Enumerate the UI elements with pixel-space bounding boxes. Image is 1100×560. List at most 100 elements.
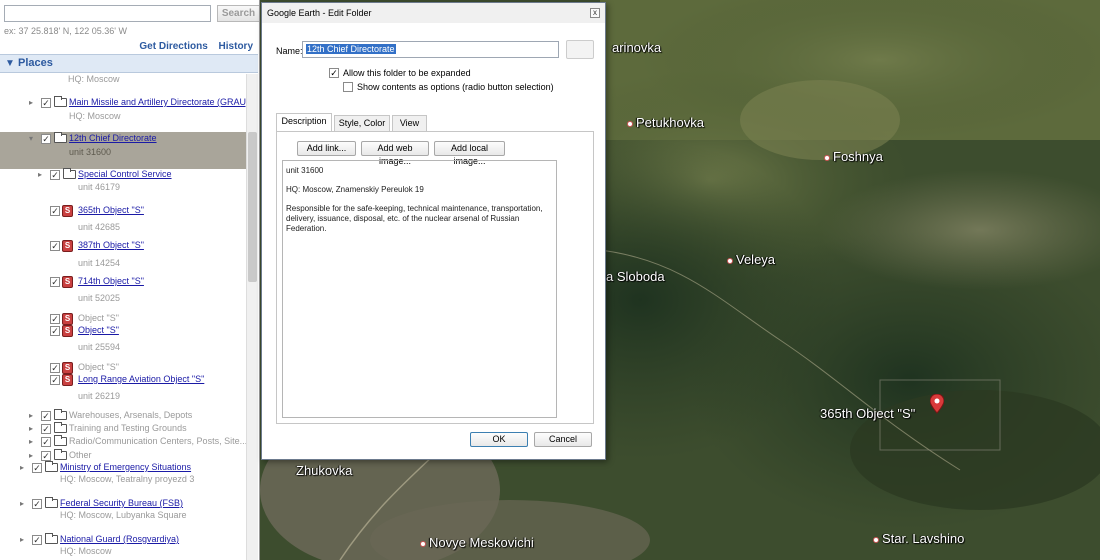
tree-item-sub: HQ: Moscow [68, 74, 120, 84]
visibility-checkbox[interactable]: ✓ [50, 326, 60, 336]
tree-item-label[interactable]: Main Missile and Artillery Directorate (… [69, 97, 246, 107]
tree-item-label[interactable]: Warehouses, Arsenals, Depots [69, 410, 192, 420]
visibility-checkbox[interactable]: ✓ [50, 170, 60, 180]
expand-icon[interactable]: ▸ [20, 535, 29, 544]
close-icon[interactable]: x [590, 8, 600, 18]
tree-item-label[interactable]: Federal Security Bureau (FSB) [60, 498, 183, 508]
tree-item-label[interactable]: Other [69, 450, 92, 460]
visibility-checkbox[interactable]: ✓ [50, 241, 60, 251]
visibility-checkbox[interactable]: ✓ [41, 451, 51, 461]
search-button[interactable]: Search [217, 5, 259, 22]
dialog-titlebar[interactable]: Google Earth - Edit Folder x [262, 3, 605, 23]
tree-item-grau[interactable]: ▸ ✓ Main Missile and Artillery Directora… [0, 96, 246, 113]
tree-item-label[interactable]: 12th Chief Directorate [69, 133, 157, 143]
description-line: HQ: Moscow, Znamenskiy Pereulok 19 [286, 185, 424, 194]
town-dot-icon [824, 154, 830, 161]
history-link[interactable]: History [219, 41, 253, 52]
radio-option-label: Show contents as options (radio button s… [357, 82, 554, 92]
tree-item-long-range-aviation[interactable]: ✓ S Long Range Aviation Object "S" [0, 373, 246, 390]
get-directions-link[interactable]: Get Directions [139, 41, 207, 52]
map-label[interactable]: Novye Meskovichi [420, 535, 534, 550]
tree-item-label[interactable]: 365th Object "S" [78, 205, 144, 215]
visibility-checkbox[interactable]: ✓ [32, 499, 42, 509]
map-label[interactable]: 365th Object "S" [820, 406, 915, 421]
expand-icon[interactable]: ▸ [38, 170, 47, 179]
tab-description[interactable]: Description [276, 113, 332, 132]
collapse-icon[interactable]: ▾ [29, 134, 38, 143]
visibility-checkbox[interactable]: ✓ [32, 535, 42, 545]
folder-icon [54, 449, 67, 460]
tree-item-label[interactable]: Long Range Aviation Object "S" [78, 374, 204, 384]
folder-icon-picker-button[interactable] [566, 40, 594, 59]
tree-item-label[interactable]: National Guard (Rosgvardiya) [60, 534, 179, 544]
visibility-checkbox[interactable]: ✓ [50, 206, 60, 216]
tree-item-387th-object-s[interactable]: ✓ S 387th Object "S" [0, 239, 246, 256]
tree-item-special-control-service[interactable]: ▸ ✓ Special Control Service [0, 168, 246, 185]
scroll-thumb[interactable] [248, 132, 257, 282]
map-label[interactable]: a Sloboda [606, 269, 665, 284]
visibility-checkbox[interactable]: ✓ [41, 411, 51, 421]
tree-item-label[interactable]: Ministry of Emergency Situations [60, 462, 191, 472]
map-label-text: Star. Lavshino [882, 531, 965, 546]
tree-item-sub: unit 31600 [69, 147, 112, 157]
tree-item-object-s[interactable]: ✓ S Object "S" [0, 324, 246, 341]
tree-scrollbar[interactable] [246, 74, 258, 560]
tree-item-label[interactable]: 714th Object "S" [78, 276, 144, 286]
visibility-checkbox[interactable]: ✓ [41, 134, 51, 144]
coordinates-hint: ex: 37 25.818' N, 122 05.36' W [4, 26, 128, 36]
visibility-checkbox[interactable]: ✓ [41, 98, 51, 108]
map-label[interactable]: Petukhovka [627, 115, 704, 130]
expand-icon[interactable]: ▸ [20, 499, 29, 508]
visibility-checkbox[interactable]: ✓ [50, 363, 60, 373]
visibility-checkbox[interactable]: ✓ [32, 463, 42, 473]
visibility-checkbox[interactable]: ✓ [41, 424, 51, 434]
collapse-arrow-icon[interactable]: ▼ [5, 58, 15, 69]
expand-icon[interactable]: ▸ [29, 411, 38, 420]
visibility-checkbox[interactable]: ✓ [50, 314, 60, 324]
tree-item-label[interactable]: Object "S" [78, 313, 119, 323]
name-field[interactable]: 12th Chief Directorate [302, 41, 559, 58]
expand-icon[interactable]: ▸ [29, 451, 38, 460]
tree-item-label[interactable]: Radio/Communication Centers, Posts, Site… [69, 436, 246, 446]
ok-button[interactable]: OK [470, 432, 528, 447]
map-label[interactable]: Zhukovka [296, 463, 352, 478]
add-local-image-button[interactable]: Add local image... [434, 141, 505, 166]
description-textarea[interactable]: unit 31600 HQ: Moscow, Znamenskiy Pereul… [282, 160, 557, 418]
tree-item-national-guard[interactable]: ▸ ✓ National Guard (Rosgvardiya) [0, 533, 246, 550]
places-panel-header[interactable]: ▼ Places [0, 54, 258, 73]
search-input[interactable] [4, 5, 211, 22]
tab-view[interactable]: View [392, 115, 427, 131]
tree-item-label[interactable]: Special Control Service [78, 169, 172, 179]
tree-item-label[interactable]: Object "S" [78, 362, 119, 372]
tree-item-label[interactable]: 387th Object "S" [78, 240, 144, 250]
expand-icon[interactable]: ▸ [29, 98, 38, 107]
placemark-s-icon: S [62, 240, 73, 252]
map-label[interactable]: Veleya [727, 252, 775, 267]
tree-item-label[interactable]: Training and Testing Grounds [69, 423, 187, 433]
tree-item-sub: HQ: Moscow, Teatralny proyezd 3 [60, 474, 195, 484]
map-label[interactable]: arinovka [612, 40, 661, 55]
cancel-button[interactable]: Cancel [534, 432, 592, 447]
placemark-s-icon: S [62, 374, 73, 386]
map-label-text: Foshnya [833, 149, 883, 164]
add-web-image-button[interactable]: Add web image... [361, 141, 429, 166]
allow-expand-checkbox[interactable]: ✓ [329, 68, 339, 78]
tree-item-sub: unit 46179 [78, 182, 121, 192]
tree-item-365th-object-s[interactable]: ✓ S 365th Object "S" [0, 204, 246, 221]
placemark-pin-icon[interactable] [930, 394, 944, 414]
map-label[interactable]: Foshnya [824, 149, 883, 164]
visibility-checkbox[interactable]: ✓ [50, 277, 60, 287]
radio-option-checkbox[interactable] [343, 82, 353, 92]
visibility-checkbox[interactable]: ✓ [50, 375, 60, 385]
tree-item-label[interactable]: Object "S" [78, 325, 119, 335]
tab-style-color[interactable]: Style, Color [334, 115, 390, 131]
add-link-button[interactable]: Add link... [297, 141, 356, 156]
expand-icon[interactable]: ▸ [29, 424, 38, 433]
expand-icon[interactable]: ▸ [20, 463, 29, 472]
tree-item-12th-chief-directorate[interactable]: ▾ ✓ 12th Chief Directorate unit 31600 [0, 132, 246, 169]
visibility-checkbox[interactable]: ✓ [41, 437, 51, 447]
map-label[interactable]: Star. Lavshino [873, 531, 964, 546]
tree-item-714th-object-s[interactable]: ✓ S 714th Object "S" [0, 275, 246, 292]
expand-icon[interactable]: ▸ [29, 437, 38, 446]
dialog-title: Google Earth - Edit Folder [267, 8, 372, 18]
